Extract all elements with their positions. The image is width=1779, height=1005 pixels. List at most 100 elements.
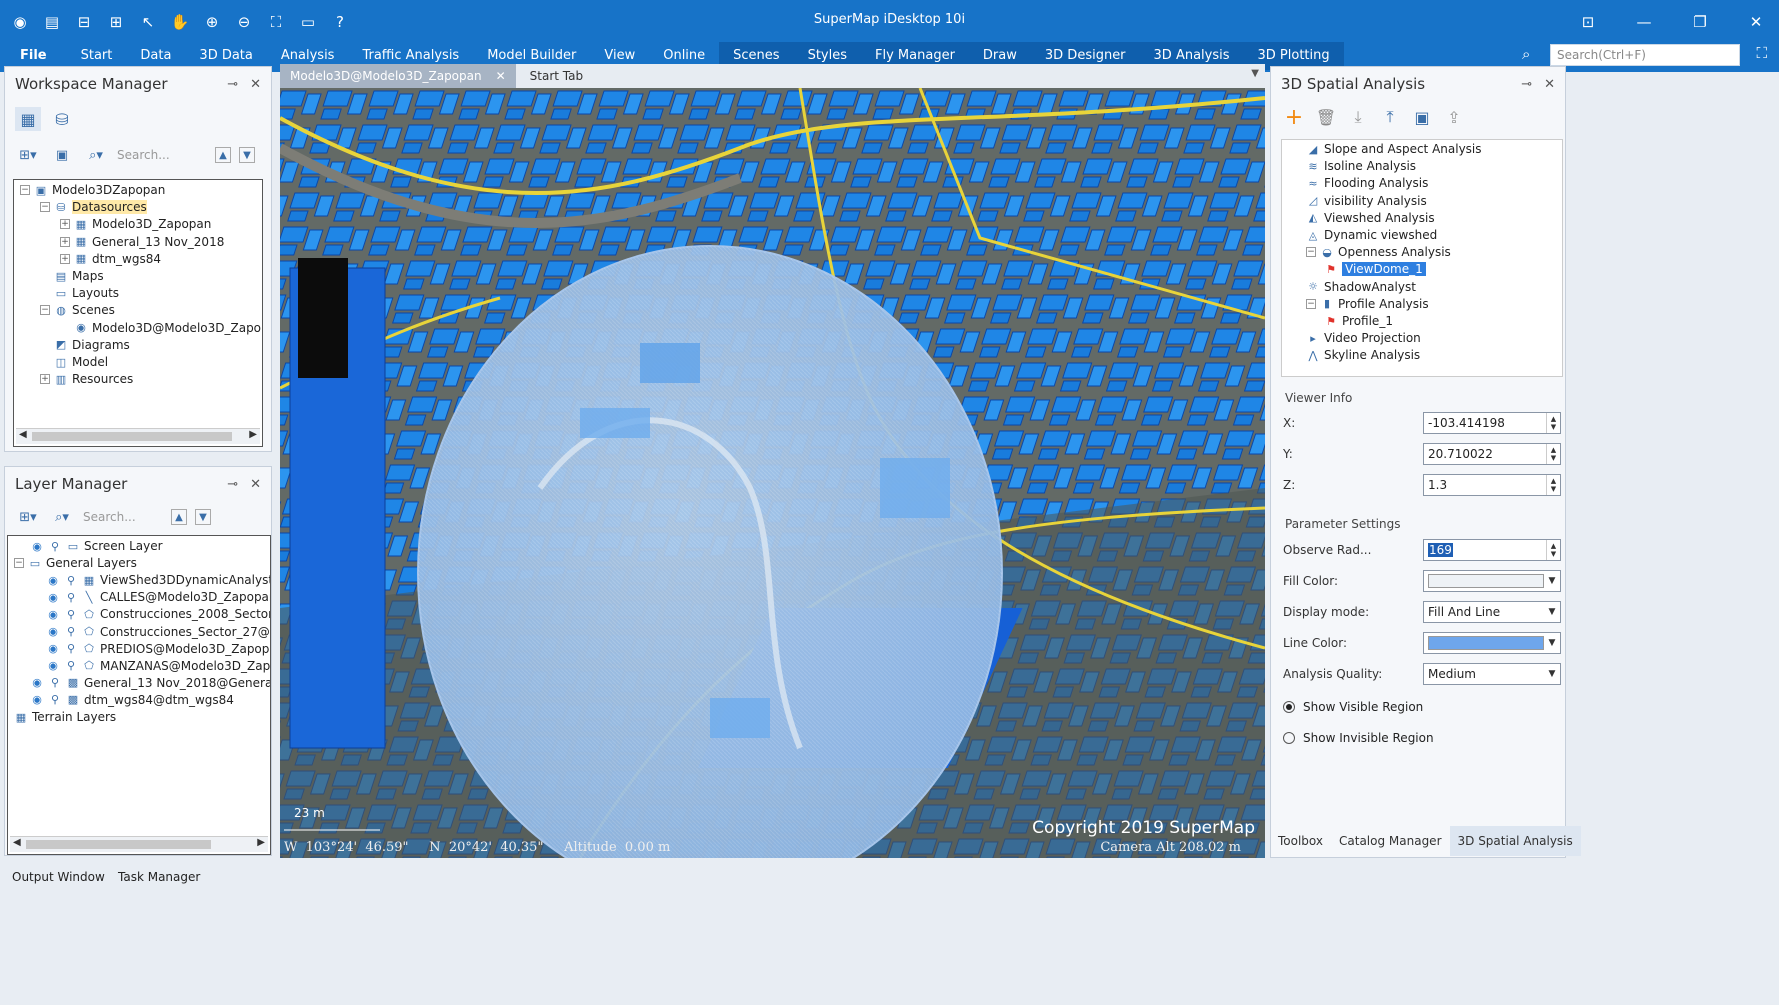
pin-layer-icon[interactable]: ⚲	[64, 659, 78, 673]
ly-node[interactable]: ◉ ⚲ ⬠ PREDIOS@Modelo3D_Zapopan	[46, 640, 270, 658]
tab-scene[interactable]: Modelo3D@Modelo3D_Zapopan ✕	[280, 64, 516, 88]
pin-layer-icon[interactable]: ⚲	[64, 573, 78, 587]
ly-node[interactable]: ◉ ⚲ ▦ ViewShed3DDynamicAnalystResult	[46, 571, 270, 589]
expand-icon[interactable]: −	[40, 202, 50, 213]
pin-layer-icon[interactable]: ⚲	[48, 539, 62, 553]
ws-node[interactable]: ▤ Maps	[40, 267, 104, 285]
an-node[interactable]: ◢ Slope and Aspect Analysis	[1306, 140, 1482, 158]
ly-node[interactable]: ◉ ⚲ ▩ dtm_wgs84@dtm_wgs84	[30, 691, 234, 709]
ws-node[interactable]: + ▦ dtm_wgs84	[60, 250, 161, 268]
tab-output-window[interactable]: Output Window	[12, 870, 105, 884]
ws-node[interactable]: − ◍ Scenes	[40, 301, 115, 319]
ws-node[interactable]: + ▥ Resources	[40, 370, 133, 388]
an-node[interactable]: ≋ Isoline Analysis	[1306, 157, 1416, 175]
eye-icon[interactable]: ◉	[46, 590, 60, 604]
an-node[interactable]: − ▮ Profile Analysis	[1306, 295, 1429, 313]
properties-icon[interactable]: ▣	[49, 143, 75, 167]
an-node[interactable]: ◿ visibility Analysis	[1306, 192, 1427, 210]
analysis-tree[interactable]: ◢ Slope and Aspect Analysis ≋ Isoline Analy…	[1281, 139, 1563, 377]
ly-node[interactable]: ◉ ⚲ ╲ CALLES@Modelo3D_Zapopan	[46, 588, 270, 606]
eye-icon[interactable]: ◉	[30, 539, 44, 553]
add-icon[interactable]: +	[1281, 105, 1307, 130]
pin-icon[interactable]: ⊸	[1521, 77, 1532, 92]
layout-icon[interactable]: ⊡	[1575, 10, 1601, 34]
fill-color-picker[interactable]: ▼	[1423, 570, 1561, 592]
expand-icon[interactable]: +	[60, 219, 70, 230]
fullscreen-icon[interactable]: ⛶	[1756, 44, 1767, 62]
ly-node[interactable]: ◉ ⚲ ⬠ Construcciones_2008_Sector_27@Modelo3…	[46, 605, 270, 623]
workspace-tree[interactable]: ◀ ▶ − ▣ Modelo3DZapopan − ⛁ Datasources + ▦ Model…	[13, 179, 263, 447]
pin-icon[interactable]: ⊸	[227, 77, 238, 92]
ws-node[interactable]: ◩ Diagrams	[40, 336, 130, 354]
ly-node[interactable]: − ▭ General Layers	[14, 554, 137, 572]
restore-icon[interactable]: ❐	[1687, 10, 1713, 34]
open-workspace-icon[interactable]: ⊞▾	[15, 143, 41, 167]
y-spinner[interactable]: ▲ ▼	[1546, 444, 1560, 464]
move-up-icon[interactable]: ▲	[215, 147, 231, 163]
search-input[interactable]: Search(Ctrl+F)	[1550, 44, 1740, 66]
close-panel-icon[interactable]: ✕	[250, 477, 261, 492]
an-node[interactable]: ⚑ ViewDome_1	[1324, 260, 1426, 278]
layer-hscroll[interactable]: ◀ ▶	[10, 836, 268, 852]
an-node[interactable]: ▸ Video Projection	[1306, 329, 1421, 347]
y-field[interactable]: 20.710022 ▲ ▼	[1423, 443, 1561, 465]
observe-radius-field[interactable]: 169 ▲ ▼	[1423, 539, 1561, 561]
pin-layer-icon[interactable]: ⚲	[48, 676, 62, 690]
close-panel-icon[interactable]: ✕	[1544, 77, 1555, 92]
eye-icon[interactable]: ◉	[46, 659, 60, 673]
analysis-quality-select[interactable]: Medium ▼	[1423, 663, 1561, 685]
tab-start[interactable]: Start Tab	[516, 69, 597, 83]
pin-layer-icon[interactable]: ⚲	[48, 693, 62, 707]
eye-icon[interactable]: ◉	[46, 625, 60, 639]
eye-icon[interactable]: ◉	[30, 676, 44, 690]
eye-icon[interactable]: ◉	[30, 693, 44, 707]
ws-node[interactable]: ◉ Modelo3D@Modelo3D_Zapopan	[60, 319, 262, 337]
pin-layer-icon[interactable]: ⚲	[64, 590, 78, 604]
an-node[interactable]: ◬ Dynamic viewshed	[1306, 226, 1437, 244]
display-mode-select[interactable]: Fill And Line ▼	[1423, 601, 1561, 623]
layer-tree[interactable]: ◀ ▶ ◉ ⚲ ▭ Screen Layer − ▭ General Layers ◉ ⚲ ▦ Vie…	[7, 535, 271, 855]
show-visible-radio[interactable]: Show Visible Region	[1283, 695, 1555, 719]
ly-node[interactable]: ◉ ⚲ ⬠ Construcciones_Sector_27@Modelo3D	[46, 623, 270, 641]
share-icon[interactable]: ⇪	[1441, 105, 1467, 129]
ly-node[interactable]: ◉ ⚲ ⬠ MANZANAS@Modelo3D_Zapopan	[46, 657, 270, 675]
minimize-icon[interactable]: —	[1631, 10, 1657, 34]
find-icon[interactable]: ⌕▾	[83, 143, 109, 167]
eye-icon[interactable]: ◉	[46, 573, 60, 587]
pin-icon[interactable]: ⊸	[227, 477, 238, 492]
close-icon[interactable]: ✕	[1743, 10, 1769, 34]
chevron-down-icon[interactable]: ▼	[1544, 664, 1560, 684]
pin-layer-icon[interactable]: ⚲	[64, 607, 78, 621]
ws-node[interactable]: − ▣ Modelo3DZapopan	[20, 181, 165, 199]
ws-node[interactable]: + ▦ General_13 Nov_2018	[60, 233, 224, 251]
ly-node[interactable]: ▦ Terrain Layers	[14, 708, 116, 726]
close-panel-icon[interactable]: ✕	[250, 77, 261, 92]
tabs-dropdown-icon[interactable]: ▼	[1251, 68, 1259, 79]
workspace-search[interactable]: Search...	[117, 148, 207, 162]
tab-catalog-manager[interactable]: Catalog Manager	[1331, 826, 1450, 856]
ly-node[interactable]: ◉ ⚲ ▩ General_13 Nov_2018@General_13 Nov_20…	[30, 674, 270, 692]
close-tab-icon[interactable]: ✕	[496, 69, 506, 83]
x-spinner[interactable]: ▲ ▼	[1546, 413, 1560, 433]
chevron-down-icon[interactable]: ▼	[1544, 633, 1560, 653]
an-node[interactable]: ☼ ShadowAnalyst	[1306, 278, 1416, 296]
expand-icon[interactable]: −	[1306, 247, 1316, 258]
z-field[interactable]: 1.3 ▲ ▼	[1423, 474, 1561, 496]
ws-node[interactable]: + ▦ Modelo3D_Zapopan	[60, 215, 211, 233]
an-node[interactable]: ⚑ Profile_1	[1324, 312, 1393, 330]
tab-3d-spatial-analysis[interactable]: 3D Spatial Analysis	[1449, 826, 1581, 856]
chevron-down-icon[interactable]: ▼	[1544, 571, 1560, 591]
an-node[interactable]: ⋀ Skyline Analysis	[1306, 346, 1420, 364]
tab-toolbox[interactable]: Toolbox	[1270, 826, 1331, 856]
z-spinner[interactable]: ▲ ▼	[1546, 475, 1560, 495]
expand-icon[interactable]: +	[40, 374, 50, 385]
delete-icon[interactable]: 🗑	[1313, 105, 1339, 129]
ws-node[interactable]: − ⛁ Datasources	[40, 198, 147, 216]
workspace-tab-icon[interactable]: ▦	[15, 107, 41, 131]
line-color-picker[interactable]: ▼	[1423, 632, 1561, 654]
find-icon[interactable]: ⌕▾	[49, 505, 75, 529]
save-result-icon[interactable]: ▣	[1409, 105, 1435, 129]
an-node[interactable]: − ◒ Openness Analysis	[1306, 243, 1451, 261]
import-icon[interactable]: ⤓	[1345, 105, 1371, 129]
expand-icon[interactable]: +	[60, 236, 70, 247]
